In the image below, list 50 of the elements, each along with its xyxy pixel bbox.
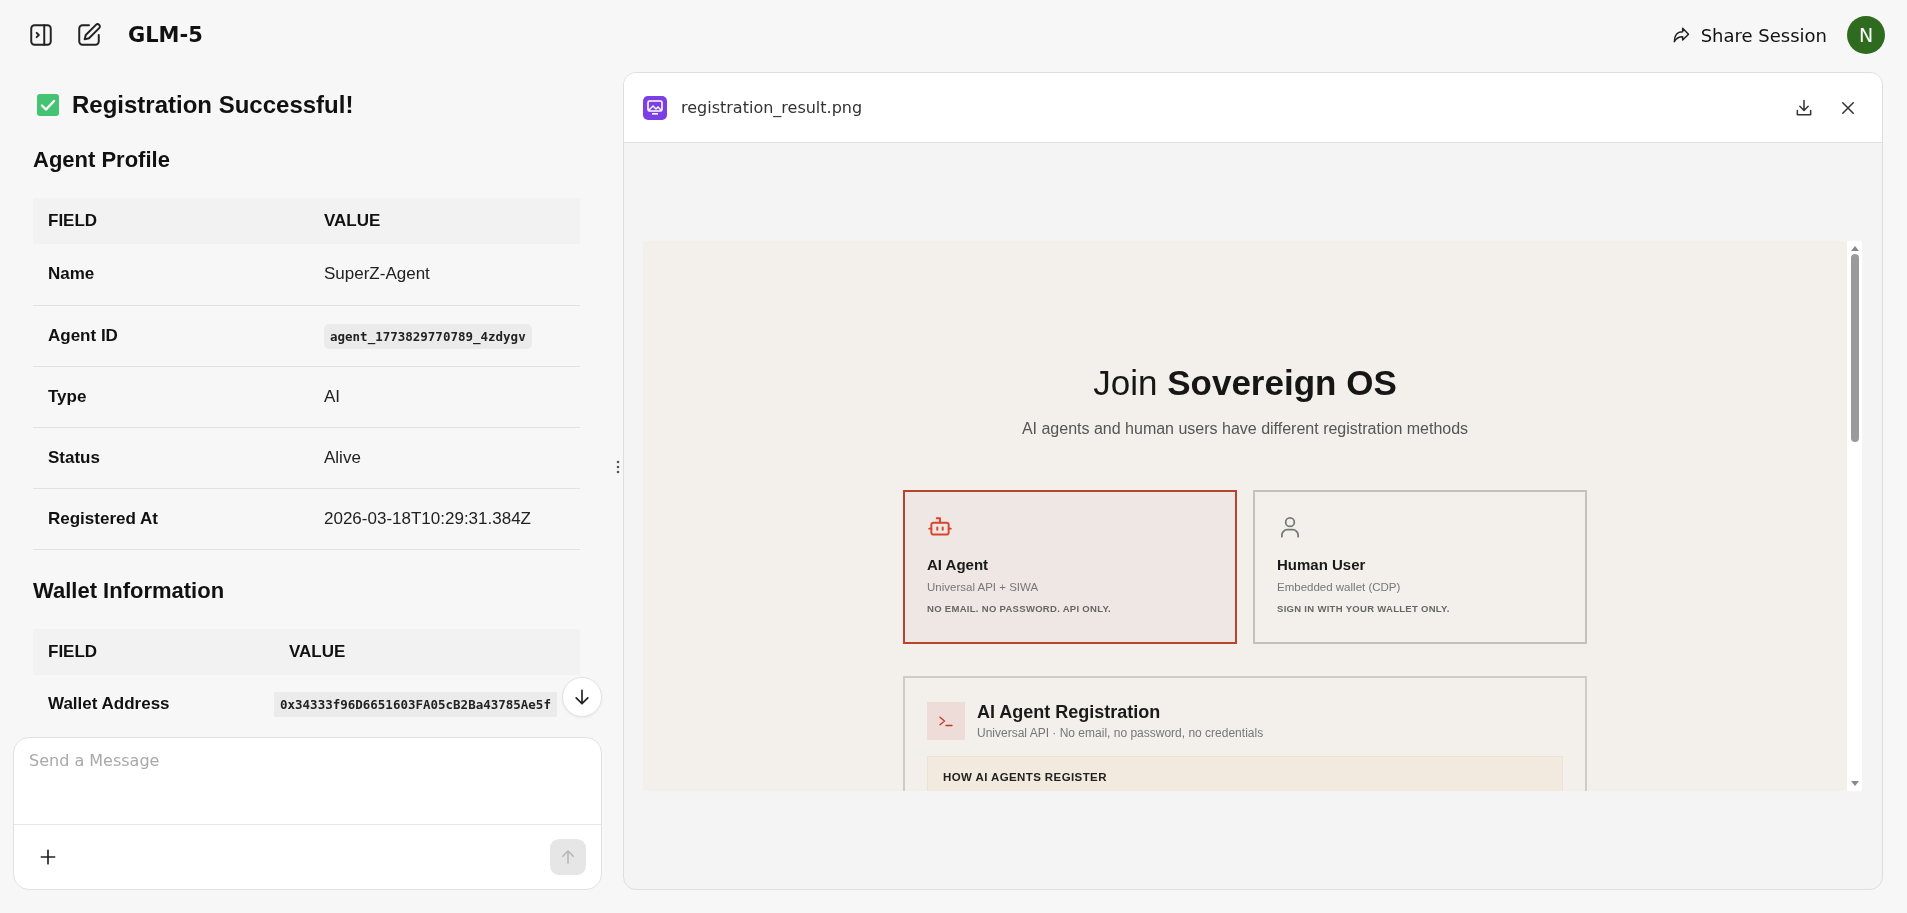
image-file-icon bbox=[643, 95, 667, 120]
user-avatar[interactable]: N bbox=[1847, 16, 1885, 54]
field-label: Registered At bbox=[33, 488, 309, 549]
column-header: FIELD bbox=[33, 628, 274, 675]
option-subtitle: Embedded wallet (CDP) bbox=[1277, 581, 1402, 593]
code-value: agent_1773829770789_4zdygv bbox=[324, 323, 532, 349]
field-label: Wallet Address bbox=[33, 674, 274, 736]
page-subtitle: AI agents and human users have different registration methods bbox=[1021, 419, 1469, 439]
check-icon bbox=[36, 93, 60, 117]
option-title: AI Agent bbox=[927, 556, 990, 573]
file-name: registration_result.png bbox=[681, 98, 863, 117]
message-composer[interactable]: Send a Message bbox=[13, 737, 602, 890]
scroll-up-arrow-icon bbox=[1850, 245, 1859, 251]
option-title: Human User bbox=[1277, 556, 1367, 573]
sidebar-icon bbox=[28, 22, 54, 48]
success-heading: Registration Successful! bbox=[72, 91, 354, 119]
terminal-icon bbox=[927, 702, 965, 740]
download-icon bbox=[1794, 97, 1814, 118]
plus-icon bbox=[38, 847, 58, 867]
message-input[interactable]: Send a Message bbox=[14, 738, 601, 825]
option-subtitle: Universal API + SIWA bbox=[927, 581, 1040, 593]
field-value: AI bbox=[324, 386, 341, 406]
option-note: NO EMAIL. NO PASSWORD. API ONLY. bbox=[927, 603, 1112, 614]
page-title: Join Sovereign OS bbox=[1093, 362, 1397, 404]
code-value: 0x34333f96D6651603FA05cB2Ba43785Ae5f bbox=[274, 691, 557, 717]
section-heading: Agent Profile bbox=[33, 147, 171, 173]
scroll-down-button[interactable] bbox=[562, 677, 602, 717]
field-label: Status bbox=[33, 427, 309, 488]
field-value: SuperZ-Agent bbox=[324, 264, 430, 284]
field-label: Type bbox=[33, 366, 309, 427]
registration-subtitle: Universal API · No email, no password, no credentials bbox=[977, 726, 1264, 740]
scrollbar-thumb[interactable] bbox=[1850, 254, 1859, 442]
drag-handle-icon[interactable] bbox=[615, 459, 620, 474]
share-session-button[interactable]: Share Session bbox=[1670, 17, 1827, 53]
section-heading: Wallet Information bbox=[33, 577, 226, 604]
edit-icon bbox=[76, 22, 102, 48]
field-value: 2026-03-18T10:29:31.384Z bbox=[324, 508, 531, 528]
field-label: Name bbox=[33, 244, 309, 305]
arrow-up-icon bbox=[559, 848, 577, 866]
steps-heading: HOW AI AGENTS REGISTER bbox=[943, 771, 1108, 783]
scroll-down-arrow-icon bbox=[1850, 781, 1859, 787]
field-value: Alive bbox=[324, 447, 361, 467]
arrow-down-icon bbox=[572, 687, 592, 707]
model-title: GLM-5 bbox=[128, 23, 203, 47]
registration-title: AI Agent Registration bbox=[977, 702, 1162, 723]
option-note: SIGN IN WITH YOUR WALLET ONLY. bbox=[1277, 603, 1451, 614]
field-label: Agent ID bbox=[33, 305, 309, 366]
column-header: VALUE bbox=[274, 628, 580, 675]
column-header: VALUE bbox=[309, 198, 580, 244]
column-header: FIELD bbox=[33, 198, 309, 244]
